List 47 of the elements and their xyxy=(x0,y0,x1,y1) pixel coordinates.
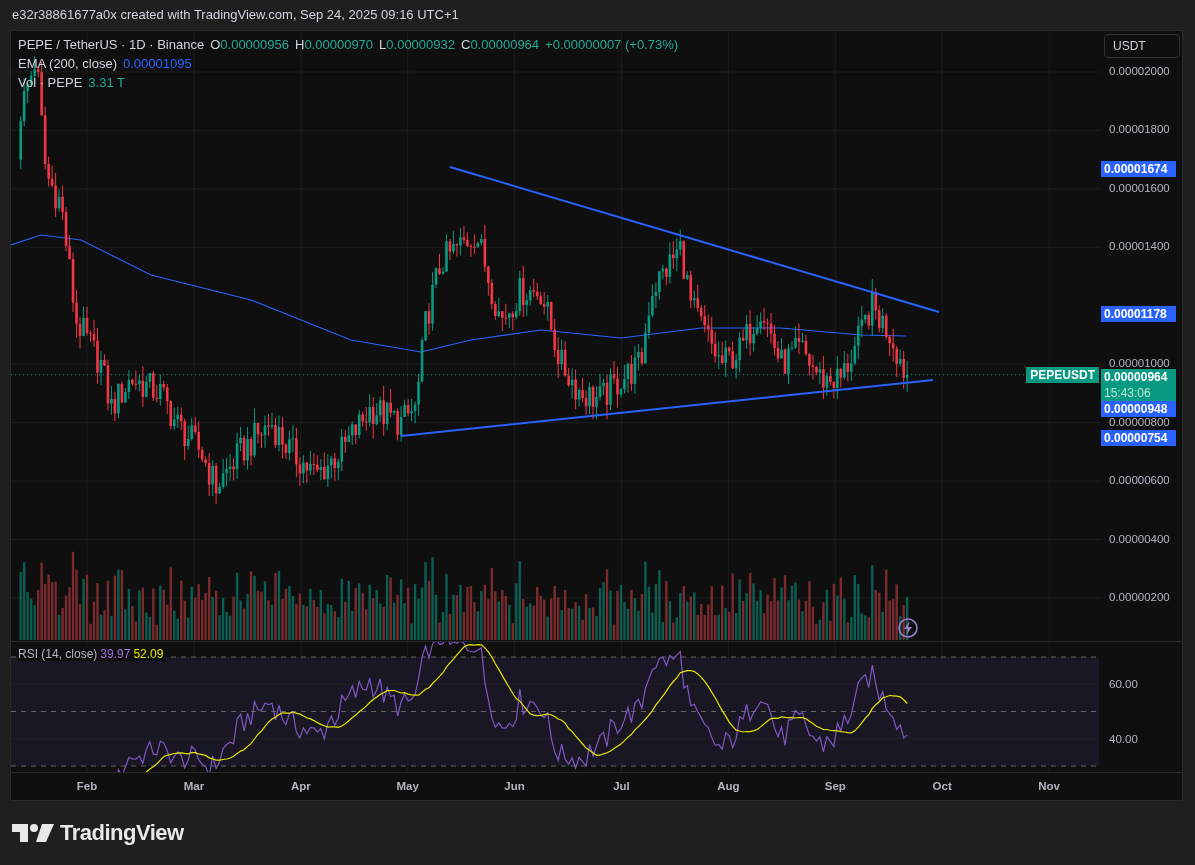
month-label: Jun xyxy=(504,780,525,792)
price-value: 0.00000964 xyxy=(1104,368,1169,385)
axis-label: 0.00000800 xyxy=(1109,415,1170,428)
axis-label: 0.00000200 xyxy=(1109,590,1170,603)
ohlc-label: O xyxy=(210,36,221,54)
ohlc-value: 0.00000956 xyxy=(220,36,289,54)
indicator-value: 39.97 xyxy=(100,647,131,661)
month-label: Oct xyxy=(932,780,952,792)
axis-label: 0.00000600 xyxy=(1109,474,1170,487)
month-label: Sep xyxy=(824,780,846,792)
month-label: Apr xyxy=(290,780,311,792)
indicator-value: 0.00001095 xyxy=(123,55,192,73)
lightning-icon[interactable] xyxy=(898,618,918,638)
axis-label: 0.00001000 xyxy=(1109,357,1170,370)
axis-label: 0.00002000 xyxy=(1109,65,1170,77)
axis-label: 0.00001600 xyxy=(1109,181,1170,194)
symbol-tag: PEPEUSDT xyxy=(1026,366,1099,383)
currency-button[interactable]: USDT xyxy=(1104,34,1180,58)
ohlc-label: C xyxy=(461,36,471,54)
axis-label: 0.00000400 xyxy=(1109,532,1170,545)
price-level-badge: 0.00000754 xyxy=(1101,430,1176,447)
indicator-value: 52.09 xyxy=(133,647,164,661)
month-label: Aug xyxy=(717,780,740,792)
month-label: Feb xyxy=(76,780,98,792)
price-level-badge: 0.00001674 xyxy=(1101,161,1176,178)
month-label: Jul xyxy=(613,780,630,792)
ohlc-value: 0.00000970 xyxy=(304,36,374,54)
ohlc-label: H xyxy=(295,36,305,54)
axis-label: 0.00001400 xyxy=(1109,240,1170,253)
price-change: +0.00000007 (+0.73%) xyxy=(545,36,679,54)
axis-label: 40.00 xyxy=(1109,732,1138,745)
logo-icon xyxy=(12,824,54,842)
axis-label: 0.00001800 xyxy=(1109,123,1170,136)
symbol-title: PEPE / TetherUS · 1D · Binance xyxy=(18,36,205,54)
ohlc-value: 0.00000932 xyxy=(386,36,455,54)
ohlc-value: 0.00000964 xyxy=(470,36,540,54)
price-level-badge: 0.00001178 xyxy=(1101,306,1176,323)
indicator-value: 3.31 T xyxy=(88,74,125,92)
indicator-label: RSI (14, close) xyxy=(18,647,98,661)
logo-text: TradingView xyxy=(60,820,184,846)
month-label: Nov xyxy=(1038,780,1060,792)
month-label: Mar xyxy=(183,780,205,792)
ohlc-label: L xyxy=(379,36,387,54)
month-label: May xyxy=(396,780,419,792)
chart-caption: e32r38861677a0x created with TradingView.com, Sep 24, 2025 09:16 UTC+1 xyxy=(11,6,460,24)
countdown-timer: 15:43:06 xyxy=(1104,384,1152,401)
axis-label: 60.00 xyxy=(1109,678,1138,691)
